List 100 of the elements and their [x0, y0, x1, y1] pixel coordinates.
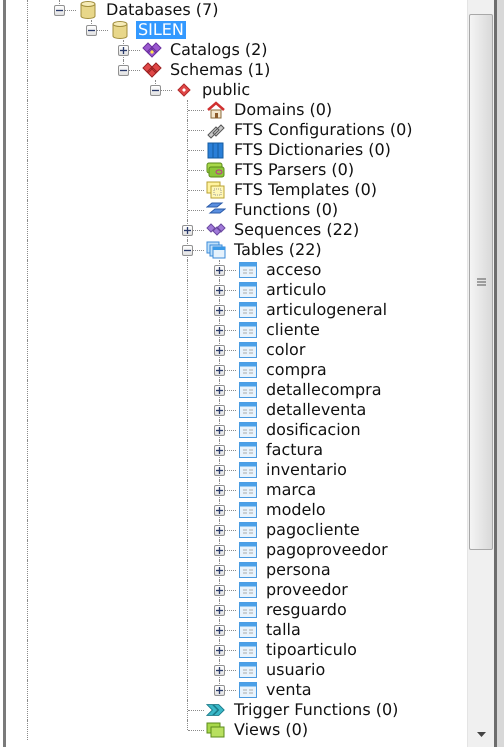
tree-item-label[interactable]: marca — [264, 481, 318, 499]
tree-item-label[interactable]: dosificacion — [264, 421, 363, 439]
plus-icon — [216, 367, 223, 374]
plus-icon — [216, 547, 223, 554]
expander-button[interactable] — [214, 645, 225, 656]
plus-icon — [216, 467, 223, 474]
expander-button[interactable] — [150, 85, 161, 96]
expander-button[interactable] — [118, 65, 129, 76]
expander-button[interactable] — [214, 465, 225, 476]
tree-item-label[interactable]: tipoarticulo — [264, 641, 359, 659]
expander-button[interactable] — [214, 565, 225, 576]
tree-item-label[interactable]: color — [264, 341, 308, 359]
scrollbar-thumb[interactable] — [469, 14, 493, 550]
expander-button[interactable] — [118, 45, 129, 56]
expander-button[interactable] — [214, 285, 225, 296]
tree-item-label[interactable]: FTS Dictionaries (0) — [232, 141, 393, 159]
tree-item-label[interactable]: compra — [264, 361, 329, 379]
tree-item-label[interactable]: proveedor — [264, 581, 350, 599]
scrollbar-track[interactable] — [467, 0, 494, 747]
tree-item-label[interactable]: detallecompra — [264, 381, 384, 399]
tree-item-label[interactable]: resguardo — [264, 601, 349, 619]
expander-button[interactable] — [214, 345, 225, 356]
tree-item-label[interactable]: inventario — [264, 461, 349, 479]
plus-icon — [216, 487, 223, 494]
tree-item-label[interactable]: public — [200, 81, 252, 99]
expander-button[interactable] — [214, 305, 225, 316]
tree-item-label[interactable]: modelo — [264, 501, 328, 519]
tree-item-label[interactable]: usuario — [264, 661, 328, 679]
minus-icon — [152, 87, 159, 94]
expander-button[interactable] — [214, 625, 225, 636]
tree-item-label[interactable]: Tables (22) — [232, 241, 324, 259]
cards-icon — [206, 161, 226, 179]
tree-item-label[interactable]: articulogeneral — [264, 301, 390, 319]
tree-item-label[interactable]: factura — [264, 441, 326, 459]
plus-icon — [216, 347, 223, 354]
diamonds-icon — [142, 42, 162, 58]
tree-item-label[interactable]: FTS Configurations (0) — [232, 121, 415, 139]
expander-button[interactable] — [214, 505, 225, 516]
table-icon — [239, 442, 257, 458]
expander-button[interactable] — [214, 485, 225, 496]
minus-icon — [56, 7, 63, 14]
plus-icon — [216, 687, 223, 694]
down-arrow-icon[interactable] — [476, 732, 486, 737]
diamonds-icon — [206, 222, 226, 238]
table-icon — [239, 422, 257, 438]
tree-item-label[interactable]: Databases (7) — [104, 1, 220, 19]
plus-icon — [216, 287, 223, 294]
tree-item-label[interactable]: Views (0) — [232, 721, 310, 739]
tree-item-label[interactable]: cliente — [264, 321, 322, 339]
arrows-icon — [206, 702, 226, 718]
table-icon — [239, 322, 257, 338]
expander-button[interactable] — [214, 265, 225, 276]
tree-item-label[interactable]: pagoproveedor — [264, 541, 390, 559]
tree-item-label[interactable]: articulo — [264, 281, 328, 299]
plus-icon — [216, 447, 223, 454]
plus-icon — [216, 527, 223, 534]
expander-button[interactable] — [214, 365, 225, 376]
table-icon — [239, 482, 257, 498]
expander-button[interactable] — [86, 25, 97, 36]
plus-icon — [216, 567, 223, 574]
tree-item-label[interactable]: Domains (0) — [232, 101, 334, 119]
expander-button[interactable] — [214, 325, 225, 336]
plus-icon — [216, 307, 223, 314]
tree-item-label[interactable]: Functions (0) — [232, 201, 340, 219]
plus-icon — [184, 227, 191, 234]
tree-item-label[interactable]: FTS Templates (0) — [232, 181, 380, 199]
tree-item-label[interactable]: acceso — [264, 261, 324, 279]
tree-item-label[interactable]: Catalogs (2) — [168, 41, 270, 59]
expander-button[interactable] — [214, 445, 225, 456]
tree-item-label[interactable]: detalleventa — [264, 401, 368, 419]
expander-button[interactable] — [54, 5, 65, 16]
expander-button[interactable] — [214, 405, 225, 416]
expander-button[interactable] — [214, 425, 225, 436]
table-icon — [239, 642, 257, 658]
expander-button[interactable] — [214, 545, 225, 556]
tree-item-label[interactable]: Trigger Functions (0) — [232, 701, 400, 719]
expander-button[interactable] — [214, 605, 225, 616]
tree-item-label[interactable]: FTS Parsers (0) — [232, 161, 356, 179]
tree-item-label[interactable]: Sequences (22) — [232, 221, 362, 239]
expander-button[interactable] — [214, 585, 225, 596]
expander-button[interactable] — [182, 225, 193, 236]
cylinder-icon — [112, 21, 128, 39]
plus-icon — [216, 647, 223, 654]
tree-item-label[interactable]: persona — [264, 561, 333, 579]
tree-item-label[interactable]: pagocliente — [264, 521, 362, 539]
expander-button[interactable] — [214, 525, 225, 536]
tree-item-label[interactable]: talla — [264, 621, 303, 639]
table-icon — [239, 522, 257, 538]
views-icon — [206, 722, 226, 738]
expander-button[interactable] — [182, 245, 193, 256]
table-icon — [239, 582, 257, 598]
tree-item-label[interactable]: Schemas (1) — [168, 61, 272, 79]
tree-item-label[interactable]: venta — [264, 681, 314, 699]
expander-button[interactable] — [214, 665, 225, 676]
table-icon — [239, 602, 257, 618]
expander-button[interactable] — [214, 385, 225, 396]
plus-icon — [216, 327, 223, 334]
expander-button[interactable] — [214, 685, 225, 696]
tables-icon — [206, 241, 226, 259]
table-icon — [239, 362, 257, 378]
